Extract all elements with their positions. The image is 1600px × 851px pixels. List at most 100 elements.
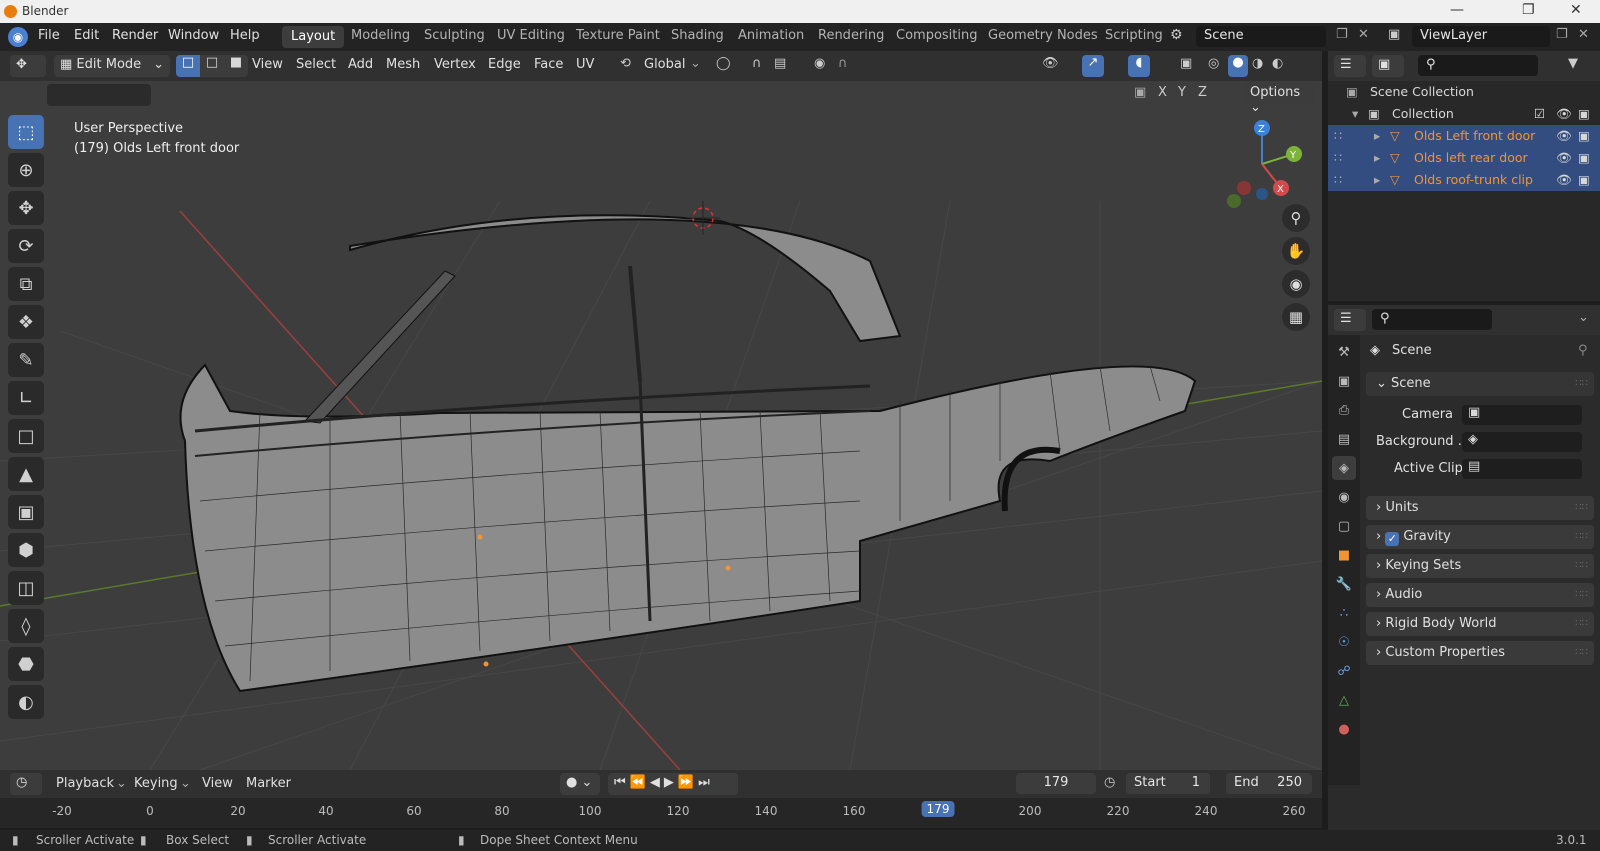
mirror-icon[interactable]: ▣ <box>1134 85 1146 100</box>
scene-icon[interactable]: ⚙ <box>1170 27 1183 43</box>
minimize-icon[interactable]: — <box>1450 2 1464 18</box>
outliner-editor-icon[interactable]: ☰ <box>1334 55 1366 77</box>
new-scene-icon[interactable]: ❐ <box>1336 27 1348 42</box>
xray-icon[interactable]: ▣ <box>1180 56 1192 71</box>
delete-scene-icon[interactable]: ✕ <box>1358 27 1369 42</box>
viewlayer-icon[interactable]: ▣ <box>1388 27 1400 42</box>
outliner-search-input[interactable]: ⚲ <box>1418 55 1538 76</box>
extrude-tool-icon[interactable]: ▲ <box>8 457 44 491</box>
particles-tab-icon[interactable]: ∴ <box>1332 601 1356 625</box>
falloff-icon[interactable]: ∩ <box>838 56 848 71</box>
menu-vertex[interactable]: Vertex <box>434 57 476 72</box>
scale-tool-icon[interactable]: ⧉ <box>8 267 44 301</box>
annotate-tool-icon[interactable]: ✎ <box>8 343 44 377</box>
scene-tab-icon[interactable]: ◈ <box>1332 456 1356 480</box>
tab-shading[interactable]: Shading <box>671 28 724 43</box>
menu-add[interactable]: Add <box>348 57 373 72</box>
knife-tool-icon[interactable]: ◊ <box>8 609 44 643</box>
chevron-right-icon[interactable]: ▸ <box>1374 169 1380 191</box>
menu-edit[interactable]: Edit <box>74 28 99 43</box>
camera-icon[interactable]: ▣ <box>1578 125 1590 147</box>
outliner-row-collection[interactable]: ▾ ▣ Collection ☑ 👁 ▣ <box>1328 103 1600 125</box>
edit-mode-icon[interactable]: ∷ <box>1334 147 1342 169</box>
select-box-tool-icon[interactable]: ⬚ <box>8 115 44 149</box>
menu-mesh[interactable]: Mesh <box>386 57 420 72</box>
chevron-right-icon[interactable]: ▸ <box>1374 147 1380 169</box>
measure-tool-icon[interactable]: ∟ <box>8 381 44 415</box>
menu-render[interactable]: Render <box>112 28 158 43</box>
zoom-icon[interactable]: ⚲ <box>1282 204 1310 232</box>
world-tab-icon[interactable]: ◉ <box>1332 485 1356 509</box>
timeline-ruler[interactable]: -20 0 20 40 60 80 100 120 140 160 179 20… <box>0 798 1322 828</box>
panel-audio[interactable]: › Audio ∷∷ <box>1366 583 1594 607</box>
background-field[interactable]: ◈ <box>1462 432 1582 452</box>
chevron-right-icon[interactable]: ▸ <box>1374 125 1380 147</box>
loop-cut-tool-icon[interactable]: ◫ <box>8 571 44 605</box>
select-mode-buttons[interactable] <box>47 84 151 106</box>
chevron-down-icon[interactable]: ⌄ <box>1578 310 1589 325</box>
snap-target-icon[interactable]: ▤ <box>774 56 786 71</box>
tool-tab-icon[interactable]: ⚒ <box>1332 340 1356 364</box>
camera-icon[interactable]: ▣ <box>1578 103 1590 125</box>
filter-icon[interactable]: ▼ <box>1568 56 1578 71</box>
camera-icon[interactable]: ▣ <box>1578 147 1590 169</box>
panel-custom-properties[interactable]: › Custom Properties ∷∷ <box>1366 641 1594 665</box>
viewlayer-field[interactable]: ViewLayer <box>1412 26 1550 47</box>
menu-help[interactable]: Help <box>230 28 260 43</box>
visibility-icon[interactable]: 👁 <box>1042 56 1059 71</box>
physics-tab-icon[interactable]: ☉ <box>1332 630 1356 654</box>
delete-viewlayer-icon[interactable]: ✕ <box>1578 27 1589 42</box>
menu-file[interactable]: File <box>38 28 60 43</box>
render-tab-icon[interactable]: ▣ <box>1332 369 1356 393</box>
add-cube-tool-icon[interactable]: □ <box>8 419 44 453</box>
mirror-x[interactable]: X <box>1158 85 1167 100</box>
camera-icon[interactable]: ▣ <box>1578 169 1590 191</box>
panel-keying-sets[interactable]: › Keying Sets ∷∷ <box>1366 554 1594 578</box>
gizmo-toggle-icon[interactable]: ↗ <box>1082 55 1104 77</box>
menu-uv[interactable]: UV <box>576 57 594 72</box>
outliner-row-scene-collection[interactable]: ▣ Scene Collection <box>1328 81 1600 103</box>
vertex-select-icon[interactable]: □ <box>176 55 200 77</box>
chevron-down-icon[interactable]: ▾ <box>1352 103 1358 125</box>
mirror-y[interactable]: Y <box>1178 85 1186 100</box>
inset-tool-icon[interactable]: ▣ <box>8 495 44 529</box>
checkbox-icon[interactable]: ☑ <box>1534 103 1545 125</box>
menu-select[interactable]: Select <box>296 57 336 72</box>
wireframe-shading-icon[interactable]: ◎ <box>1208 56 1219 71</box>
start-frame-field[interactable]: Start 1 <box>1126 773 1210 794</box>
menu-face[interactable]: Face <box>534 57 563 72</box>
chevron-down-icon[interactable]: ⌄ <box>690 56 701 71</box>
object-tab-icon[interactable]: ■ <box>1332 543 1356 567</box>
new-viewlayer-icon[interactable]: ❐ <box>1556 27 1568 42</box>
bevel-tool-icon[interactable]: ⬢ <box>8 533 44 567</box>
panel-rigid-body-world[interactable]: › Rigid Body World ∷∷ <box>1366 612 1594 636</box>
timeline-editor-icon[interactable]: ◷ <box>10 773 42 795</box>
outliner-row-object[interactable]: ∷ ▸ ▽ Olds left rear door 👁 ▣ <box>1328 147 1600 169</box>
end-frame-field[interactable]: End 250 <box>1226 773 1312 794</box>
panel-scene[interactable]: ⌄ Scene ∷∷ <box>1366 372 1594 396</box>
snap-icon[interactable]: ∩ <box>752 56 762 71</box>
rendered-shading-icon[interactable]: ◐ <box>1272 56 1283 71</box>
menu-keying[interactable]: Keying <box>134 776 178 791</box>
spin-tool-icon[interactable]: ◐ <box>8 685 44 719</box>
edge-select-icon[interactable]: □ <box>200 55 224 77</box>
tab-geometry-nodes[interactable]: Geometry Nodes <box>988 28 1098 43</box>
tab-animation[interactable]: Animation <box>738 28 804 43</box>
menu-playback[interactable]: Playback <box>56 776 114 791</box>
panel-gravity[interactable]: › ✓ Gravity ∷∷ <box>1366 525 1594 549</box>
transform-orientation-icon[interactable]: ⟲ <box>620 56 631 71</box>
tab-sculpting[interactable]: Sculpting <box>424 28 485 43</box>
constraints-tab-icon[interactable]: ☍ <box>1332 659 1356 683</box>
data-tab-icon[interactable]: △ <box>1332 688 1356 712</box>
chevron-down-icon[interactable]: ⌄ <box>116 776 127 791</box>
menu-view-timeline[interactable]: View <box>202 776 233 791</box>
move-tool-icon[interactable]: ✥ <box>8 191 44 225</box>
outliner-row-object[interactable]: ∷ ▸ ▽ Olds roof-trunk clip l 👁 ▣ <box>1328 169 1600 191</box>
chevron-down-icon[interactable]: ⌄ <box>180 776 191 791</box>
eye-icon[interactable]: 👁 <box>1556 169 1572 191</box>
edit-mode-icon[interactable]: ∷ <box>1334 169 1342 191</box>
modifier-tab-icon[interactable]: 🔧 <box>1332 572 1356 596</box>
playback-controls[interactable]: ⏮⏪◀▶⏩⏭ <box>608 773 738 795</box>
perspective-toggle-icon[interactable]: ▦ <box>1282 303 1310 331</box>
menu-view[interactable]: View <box>252 57 283 72</box>
